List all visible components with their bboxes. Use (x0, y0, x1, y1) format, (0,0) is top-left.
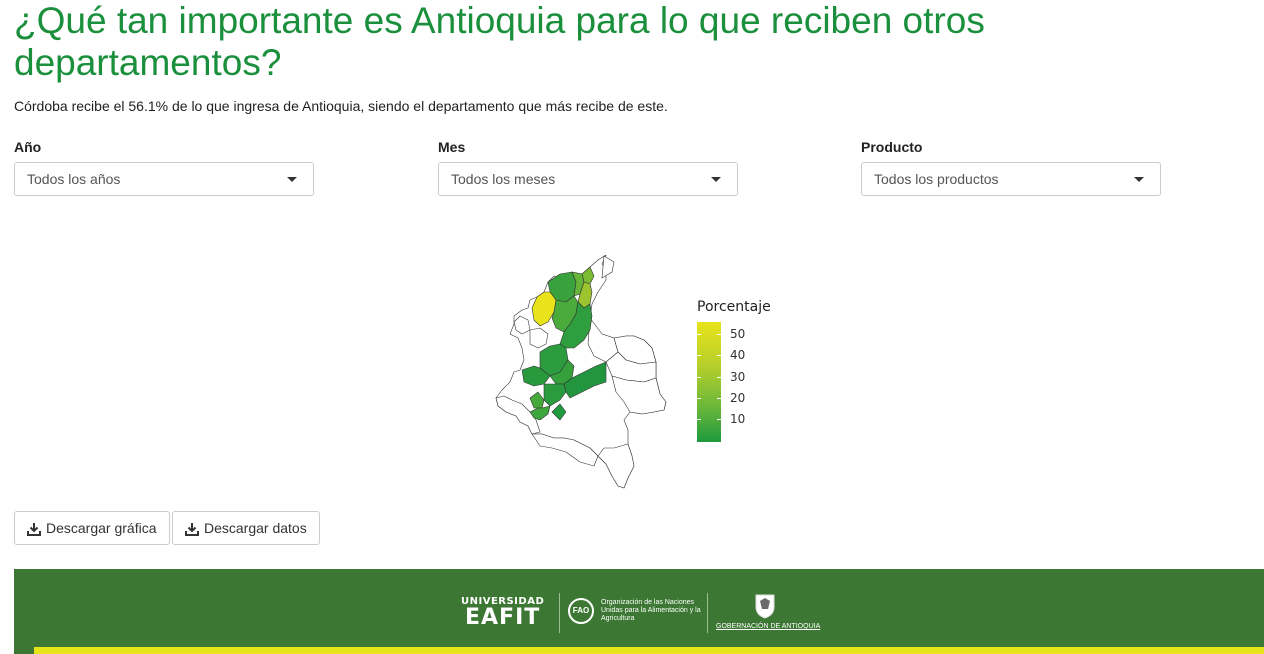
legend-tick-label: 20 (730, 391, 746, 405)
year-filter-label: Año (14, 139, 42, 155)
page-title: ¿Qué tan importante es Antioquia para lo… (14, 0, 985, 83)
month-select[interactable]: Todos los meses (438, 162, 738, 196)
legend-tick-label: 40 (730, 348, 746, 362)
download-chart-label: Descargar gráfica (46, 520, 157, 536)
coat-of-arms-icon (755, 594, 775, 619)
legend-colorbar (697, 322, 721, 442)
legend-tick-label: 30 (730, 370, 746, 384)
fao-logo-icon: FAO (568, 598, 594, 624)
year-select[interactable]: Todos los años (14, 162, 314, 196)
legend-title: Porcentaje (697, 299, 771, 315)
legend-tick-label: 10 (730, 412, 746, 426)
department-region (597, 443, 635, 489)
year-select-value: Todos los años (27, 171, 121, 187)
download-data-label: Descargar datos (204, 520, 307, 536)
download-icon (185, 523, 199, 537)
download-data-button[interactable]: Descargar datos (172, 511, 320, 545)
product-filter: Producto Todos los productos (861, 139, 1161, 196)
month-filter-label: Mes (438, 139, 466, 155)
product-select-value: Todos los productos (874, 171, 999, 187)
legend-tick-label: 50 (730, 327, 746, 341)
chevron-down-icon (1134, 177, 1144, 182)
download-icon (27, 523, 41, 537)
product-select[interactable]: Todos los productos (861, 162, 1161, 196)
chevron-down-icon (711, 177, 721, 182)
footer-accent-line (34, 647, 1264, 654)
page-subtitle: Córdoba recibe el 56.1% de lo que ingres… (14, 98, 668, 114)
legend-tickmark (697, 398, 721, 399)
fao-logo-text: Organización de las Naciones Unidas para… (601, 599, 701, 622)
legend-tickmark (697, 419, 721, 420)
colombia-choropleth-map (495, 254, 667, 489)
legend-tickmark (697, 377, 721, 378)
eafit-logo-name: EAFIT (464, 605, 541, 630)
footer-divider (707, 593, 708, 633)
month-select-value: Todos los meses (451, 171, 556, 187)
chevron-down-icon (287, 177, 297, 182)
download-chart-button[interactable]: Descargar gráfica (14, 511, 170, 545)
legend-tickmark (697, 334, 721, 335)
footer: UNIVERSIDAD EAFIT FAO Organización de la… (14, 569, 1264, 654)
month-filter: Mes Todos los meses (438, 139, 738, 196)
footer-divider (559, 593, 560, 633)
year-filter: Año Todos los años (14, 139, 314, 196)
gobernacion-logo-text: GOBERNACIÓN DE ANTIOQUIA (716, 623, 821, 630)
eafit-logo: UNIVERSIDAD EAFIT (461, 596, 544, 629)
legend-tickmark (697, 355, 721, 356)
department-region (601, 255, 615, 279)
product-filter-label: Producto (861, 139, 923, 155)
